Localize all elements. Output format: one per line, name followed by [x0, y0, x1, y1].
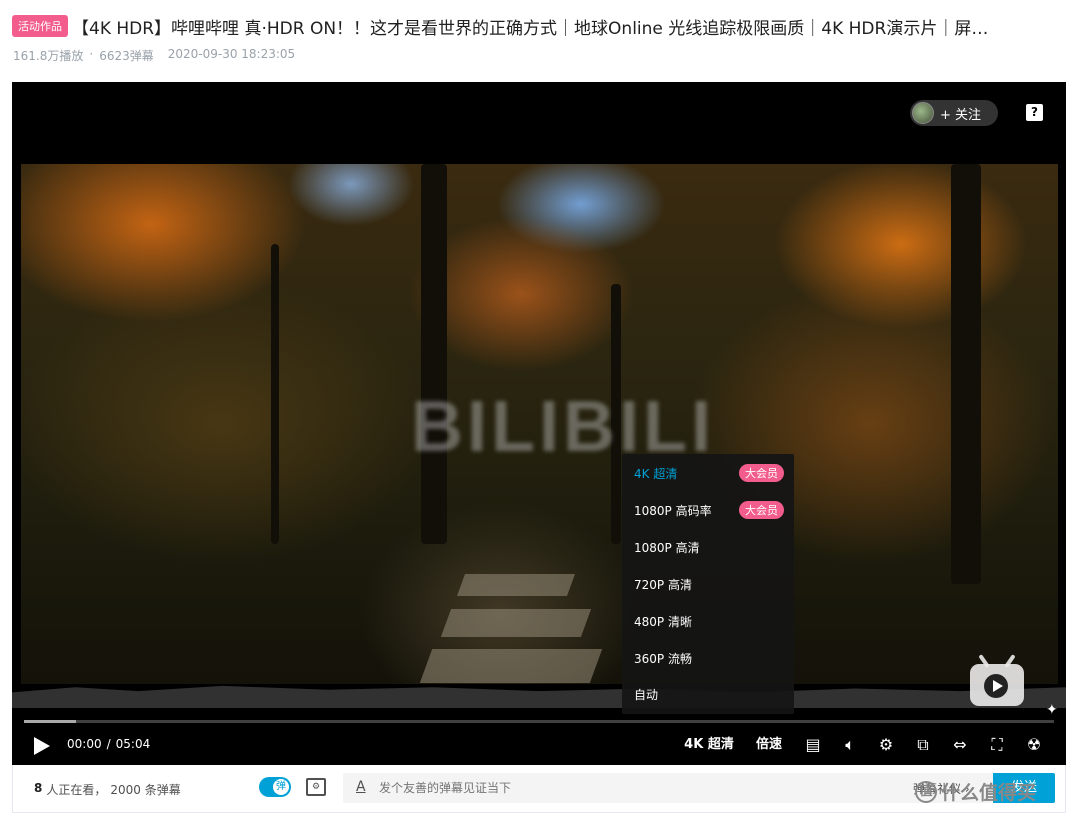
quality-option-label: 480P 清晰 — [634, 614, 692, 629]
danmaku-toggle[interactable]: 弹 — [259, 777, 291, 797]
follow-button[interactable]: + 关注 — [910, 100, 998, 126]
site-watermark-text: 什么值得买 — [941, 782, 1037, 804]
activity-badge[interactable]: 活动作品 — [12, 15, 68, 37]
quality-option[interactable]: 360P 流畅 — [634, 648, 784, 668]
time-display: 00:00 / 05:04 — [67, 737, 150, 751]
video-title: 【4K HDR】哔哩哔哩 真·HDR ON！！这才是看世界的正确方式｜地球Onl… — [72, 18, 989, 39]
follow-label: + 关注 — [940, 107, 982, 123]
video-player[interactable]: BILIBILI + 关注 ? 4K 超清 大会员 1080P 高码率 大会员 10… — [12, 82, 1066, 765]
quality-option-label: 720P 高清 — [634, 577, 692, 592]
danmaku-input[interactable] — [379, 779, 899, 797]
publish-date: 2020-09-30 18:23:05 — [167, 47, 296, 61]
progress-buffer — [24, 720, 76, 723]
video-frame[interactable]: BILIBILI — [21, 164, 1058, 684]
speed-button[interactable]: 倍速 — [752, 735, 786, 755]
quality-option[interactable]: 1080P 高码率 大会员 — [634, 500, 784, 520]
danmaku-input-box: A 弹幕礼仪 › — [343, 773, 993, 803]
duration: 05:04 — [115, 737, 151, 751]
viewer-text: 人正在看， — [46, 783, 107, 797]
uploader-avatar[interactable] — [912, 102, 934, 124]
vip-badge: 大会员 — [739, 501, 784, 519]
pin-icon[interactable]: ✦ — [1046, 702, 1058, 718]
danmaku-density-graph — [12, 685, 1066, 708]
time-separator: / — [106, 737, 111, 751]
meta-separator: · — [89, 47, 94, 61]
current-time: 00:00 — [67, 737, 102, 751]
quality-option[interactable]: 480P 清晰 — [634, 611, 784, 631]
danmaku-count: 6623弹幕 — [99, 49, 154, 63]
quality-option-label: 1080P 高清 — [634, 540, 700, 555]
video-meta: 161.8万播放 · 6623弹幕 2020-09-30 18:23:05 — [13, 47, 295, 64]
quality-menu: 4K 超清 大会员 1080P 高码率 大会员 1080P 高清 720P 高清 4… — [622, 454, 794, 714]
quality-option-label: 360P 流畅 — [634, 651, 692, 666]
quality-option[interactable]: 1080P 高清 — [634, 537, 784, 557]
progress-bar[interactable] — [24, 720, 1054, 723]
font-style-icon[interactable]: A — [356, 779, 366, 795]
danmaku-bar: 8 人正在看， 2000 条弹幕 弹 ⚙ A 弹幕礼仪 › 发送 — [12, 765, 1066, 813]
radiation-icon[interactable]: ☢ — [1022, 735, 1046, 755]
quality-option[interactable]: 自动 — [634, 684, 784, 704]
viewer-info: 8 人正在看， 2000 条弹幕 — [34, 781, 181, 798]
bilibili-tv-logo-icon — [968, 654, 1026, 708]
fullscreen-icon[interactable]: ⛶ — [985, 735, 1009, 755]
settings-gear-icon[interactable]: ⚙ — [874, 735, 898, 755]
quality-option-label: 4K 超清 — [634, 466, 678, 481]
play-count: 161.8万播放 — [13, 49, 84, 63]
play-icon[interactable] — [34, 737, 50, 755]
player-controls: 00:00 / 05:04 4K 超清 倍速 ▤ 🔈︎ ⚙ ⧉ ⇔ ⛶ ☢ — [12, 727, 1066, 765]
quality-option[interactable]: 4K 超清 大会员 — [634, 463, 784, 483]
help-button[interactable]: ? — [1026, 104, 1043, 121]
volume-icon[interactable]: 🔈︎ — [838, 735, 862, 755]
picture-in-picture-icon[interactable]: ⧉ — [911, 735, 935, 755]
quality-option-label: 自动 — [634, 687, 659, 702]
danmaku-off-icon[interactable]: ▤ — [801, 735, 825, 755]
danmaku-settings-icon[interactable]: ⚙ — [306, 778, 326, 796]
vip-badge: 大会员 — [739, 464, 784, 482]
quality-option[interactable]: 720P 高清 — [634, 574, 784, 594]
viewer-count: 8 — [34, 781, 43, 795]
video-title-row: 活动作品 【4K HDR】哔哩哔哩 真·HDR ON！！这才是看世界的正确方式｜… — [12, 12, 1072, 40]
quality-option-label: 1080P 高码率 — [634, 503, 712, 518]
widescreen-icon[interactable]: ⇔ — [948, 735, 972, 755]
danmaku-total: 2000 条弹幕 — [110, 783, 181, 797]
quality-button[interactable]: 4K 超清 — [680, 735, 738, 755]
site-logo-icon: 值 — [915, 780, 937, 803]
danmaku-toggle-label: 弹 — [273, 779, 289, 795]
site-watermark: 值 什么值得买 — [915, 778, 1036, 805]
